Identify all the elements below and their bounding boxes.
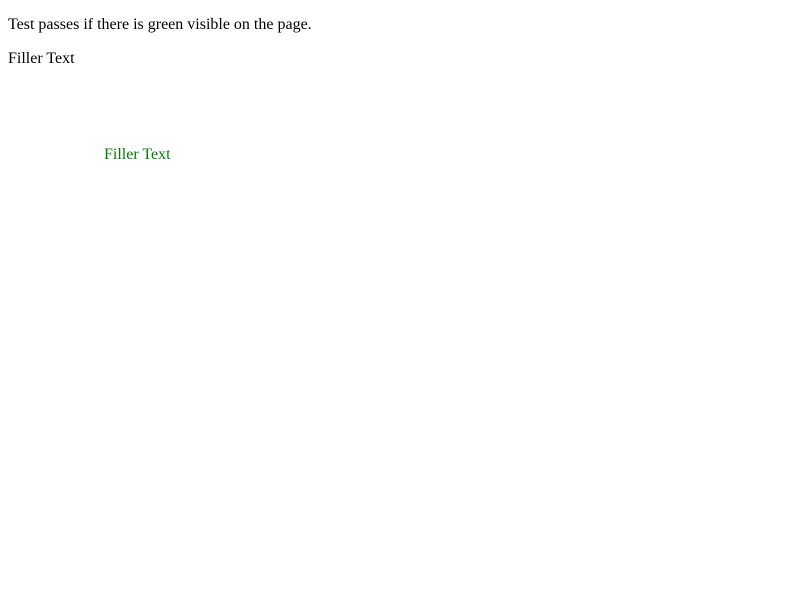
- test-instruction: Test passes if there is green visible on…: [8, 16, 312, 33]
- filler-text-plain: Filler Text: [8, 50, 75, 67]
- filler-text-green: Filler Text: [104, 146, 171, 163]
